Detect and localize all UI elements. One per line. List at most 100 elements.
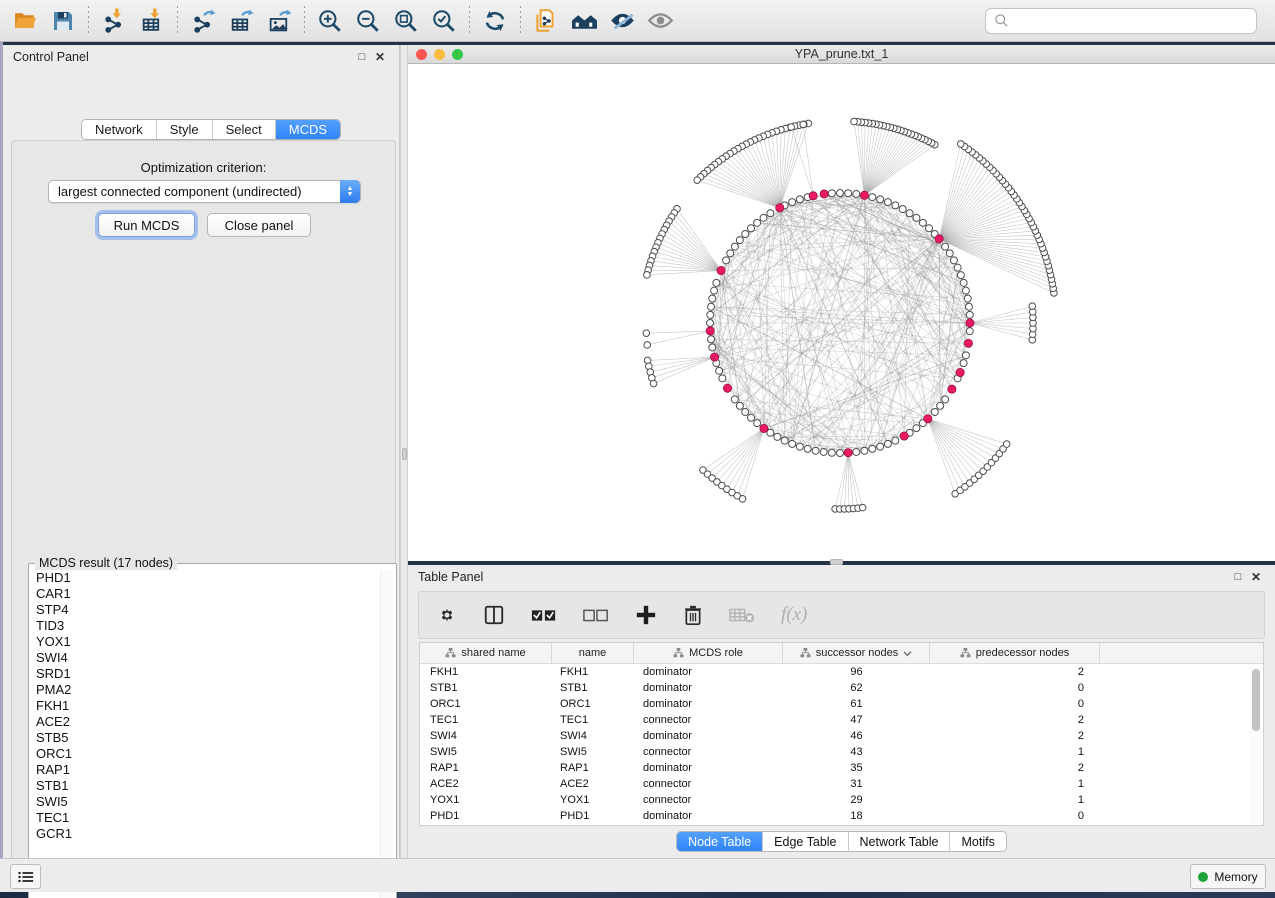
table-cell[interactable]: dominator: [634, 682, 783, 694]
graph-hub-node[interactable]: [948, 385, 956, 393]
graph-hub-node[interactable]: [924, 415, 932, 423]
graph-node[interactable]: [694, 177, 701, 184]
mcds-result-item[interactable]: ACE2: [36, 714, 377, 730]
table-cell[interactable]: RAP1: [420, 762, 552, 774]
graph-node[interactable]: [742, 231, 749, 238]
graph-hub-node[interactable]: [717, 266, 725, 274]
graph-node[interactable]: [828, 449, 835, 456]
graph-node[interactable]: [708, 303, 715, 310]
export-network-button[interactable]: [184, 4, 222, 38]
graph-node[interactable]: [937, 402, 944, 409]
table-scrollbar[interactable]: [1250, 667, 1261, 824]
table-cell[interactable]: STB1: [552, 682, 634, 694]
mcds-result-item[interactable]: STP4: [36, 602, 377, 618]
table-cell[interactable]: STB1: [420, 682, 552, 694]
table-cell[interactable]: dominator: [634, 666, 783, 678]
graph-node[interactable]: [966, 328, 973, 335]
show-all-columns-button[interactable]: [531, 600, 557, 630]
graph-node[interactable]: [884, 440, 891, 447]
graph-node[interactable]: [736, 402, 743, 409]
table-cell[interactable]: ORC1: [420, 698, 552, 710]
graph-node[interactable]: [727, 250, 734, 257]
split-table-view-button[interactable]: [483, 600, 505, 630]
column-header-predecessor-nodes[interactable]: predecessor nodes: [930, 643, 1100, 663]
graph-node[interactable]: [892, 437, 899, 444]
tab-motifs[interactable]: Motifs: [950, 832, 1005, 851]
table-cell[interactable]: 62: [783, 682, 930, 694]
export-image-button[interactable]: [260, 4, 298, 38]
graph-node[interactable]: [713, 279, 720, 286]
table-cell[interactable]: 61: [783, 698, 930, 710]
graph-node[interactable]: [739, 495, 746, 502]
graph-hub-node[interactable]: [820, 190, 828, 198]
graph-node[interactable]: [708, 336, 715, 343]
graph-node[interactable]: [869, 194, 876, 201]
graph-node[interactable]: [719, 375, 726, 382]
graph-node[interactable]: [851, 118, 858, 125]
table-cell[interactable]: dominator: [634, 810, 783, 822]
mcds-result-item[interactable]: FKH1: [36, 698, 377, 714]
graph-node[interactable]: [957, 141, 964, 148]
graph-node[interactable]: [796, 443, 803, 450]
table-cell[interactable]: SWI5: [420, 746, 552, 758]
mcds-result-item[interactable]: PMA2: [36, 682, 377, 698]
table-cell[interactable]: 18: [783, 810, 930, 822]
graph-hub-node[interactable]: [956, 368, 964, 376]
graph-node[interactable]: [877, 443, 884, 450]
mcds-result-item[interactable]: YOX1: [36, 634, 377, 650]
column-header-name[interactable]: name: [552, 643, 634, 663]
table-cell[interactable]: 46: [783, 730, 930, 742]
graph-node[interactable]: [966, 311, 973, 318]
graph-node[interactable]: [767, 210, 774, 217]
mcds-result-item[interactable]: STB5: [36, 730, 377, 746]
graph-node[interactable]: [800, 121, 807, 128]
mcds-result-item[interactable]: SWI4: [36, 650, 377, 666]
mcds-result-item[interactable]: RAP1: [36, 762, 377, 778]
graph-node[interactable]: [950, 257, 957, 264]
log-console-button[interactable]: [10, 864, 41, 889]
zoom-fit-button[interactable]: [387, 4, 425, 38]
horizontal-splitter-handle[interactable]: [830, 559, 843, 565]
run-mcds-button[interactable]: Run MCDS: [98, 213, 195, 237]
graph-node[interactable]: [650, 380, 657, 387]
graph-node[interactable]: [707, 311, 714, 318]
mcds-result-item[interactable]: TEC1: [36, 810, 377, 826]
graph-node[interactable]: [748, 414, 755, 421]
table-cell[interactable]: connector: [634, 714, 783, 726]
table-cell[interactable]: ACE2: [420, 778, 552, 790]
graph-hub-node[interactable]: [809, 192, 817, 200]
table-cell[interactable]: 0: [930, 682, 1100, 694]
table-cell[interactable]: YOX1: [420, 794, 552, 806]
graph-node[interactable]: [960, 279, 967, 286]
table-scrollbar-thumb[interactable]: [1252, 669, 1260, 731]
graph-node[interactable]: [788, 124, 795, 131]
search-box[interactable]: [985, 8, 1257, 34]
table-cell[interactable]: PHD1: [420, 810, 552, 822]
graph-node[interactable]: [731, 396, 738, 403]
save-session-button[interactable]: [44, 4, 82, 38]
table-cell[interactable]: dominator: [634, 762, 783, 774]
close-table-panel-icon[interactable]: ✕: [1247, 569, 1265, 585]
table-cell[interactable]: 31: [783, 778, 930, 790]
table-cell[interactable]: 35: [783, 762, 930, 774]
mcds-result-list[interactable]: PHD1CAR1STP4TID3YOX1SWI4SRD1PMA2FKH1ACE2…: [31, 570, 377, 898]
network-graph[interactable]: [408, 64, 1275, 561]
graph-node[interactable]: [804, 445, 811, 452]
table-cell[interactable]: TEC1: [552, 714, 634, 726]
zoom-in-button[interactable]: [311, 4, 349, 38]
table-cell[interactable]: ACE2: [552, 778, 634, 790]
search-input[interactable]: [1009, 14, 1248, 28]
graph-node[interactable]: [789, 440, 796, 447]
table-cell[interactable]: TEC1: [420, 714, 552, 726]
table-cell[interactable]: 1: [930, 794, 1100, 806]
table-cell[interactable]: 43: [783, 746, 930, 758]
table-cell[interactable]: ORC1: [552, 698, 634, 710]
mcds-result-item[interactable]: SRD1: [36, 666, 377, 682]
criterion-dropdown[interactable]: largest connected component (undirected)…: [48, 180, 361, 203]
graph-hub-node[interactable]: [844, 449, 852, 457]
table-cell[interactable]: 1: [930, 746, 1100, 758]
float-table-panel-icon[interactable]: □: [1229, 569, 1247, 585]
graph-node[interactable]: [964, 295, 971, 302]
table-settings-button[interactable]: [437, 600, 457, 630]
table-cell[interactable]: RAP1: [552, 762, 634, 774]
